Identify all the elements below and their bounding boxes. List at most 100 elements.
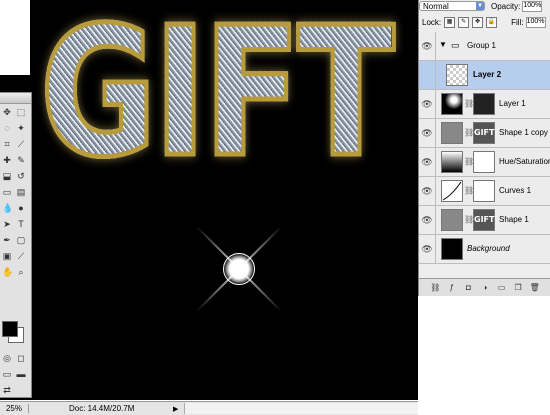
healing-tool-icon[interactable]: ✚	[2, 155, 12, 165]
document-canvas[interactable]: GIFT	[0, 0, 418, 400]
layer-row-shape-1-copy[interactable]: 👁 ⛓ GIFT Shape 1 copy	[419, 119, 550, 148]
tools-palette: ✥ ⬚ ◌ ✦ ⌗ ⟋ ✚ ✎ ⬓ ↺ ▭ ▤ 💧 ● ➤ T ✒ ▢ ▣ ⟋ …	[0, 92, 32, 398]
visibility-eye-empty[interactable]	[419, 61, 436, 89]
vector-mask-thumbnail: GIFT	[473, 122, 495, 144]
opacity-label: Opacity:	[491, 1, 521, 11]
layer-name: Curves 1	[499, 186, 532, 195]
move-tool-icon[interactable]: ✥	[2, 107, 12, 117]
blend-mode-value: Normal	[423, 2, 449, 11]
tools-palette-titlebar[interactable]	[0, 93, 31, 104]
visibility-eye-icon[interactable]: 👁	[419, 177, 436, 205]
gift-artwork-text: GIFT	[38, 0, 397, 196]
visibility-eye-icon[interactable]: 👁	[419, 32, 436, 60]
pen-tool-icon[interactable]: ✒	[2, 235, 12, 245]
layers-footer: ⛓ ƒ ◘ ◑ ▭ ❐ 🗑	[419, 278, 550, 296]
shape-tool-icon[interactable]: ▢	[16, 235, 26, 245]
jump-to-imageready-icon[interactable]: ⇄	[2, 385, 12, 395]
history-brush-tool-icon[interactable]: ↺	[16, 171, 26, 181]
opacity-field[interactable]: 100%	[522, 0, 543, 12]
notes-tool-icon[interactable]: ▣	[2, 251, 12, 261]
new-layer-icon[interactable]: ❐	[513, 283, 523, 293]
layer-name: Background	[467, 244, 510, 253]
screen-mode-full-icon[interactable]: ▬	[16, 369, 26, 379]
type-tool-icon[interactable]: T	[16, 219, 26, 229]
lock-transparency-icon[interactable]: ▦	[444, 16, 456, 28]
path-selection-tool-icon[interactable]: ➤	[2, 219, 12, 229]
fill-field[interactable]: 100%	[525, 16, 546, 28]
layer-mask-thumbnail	[473, 180, 495, 202]
screen-mode-icon[interactable]: ▭	[2, 369, 12, 379]
delete-layer-icon[interactable]: 🗑	[530, 283, 540, 293]
curves-icon	[441, 180, 463, 202]
layer-thumbnail	[441, 209, 463, 231]
marquee-tool-icon[interactable]: ⬚	[16, 107, 26, 117]
disclosure-triangle-icon[interactable]: ▼	[439, 40, 447, 49]
gradient-tool-icon[interactable]: ▤	[16, 187, 26, 197]
layer-row-layer-1[interactable]: 👁 ⛓ Layer 1	[419, 90, 550, 119]
layer-name: Group 1	[467, 41, 496, 50]
layer-name: Hue/Saturation 1	[499, 157, 550, 166]
lock-bar: Lock: ▦ ✎ ✥ 🔒 Fill: 100%	[419, 12, 550, 33]
layers-panel: Normal ▼ Opacity: 100% Lock: ▦ ✎ ✥ 🔒 Fil…	[418, 0, 550, 296]
layer-style-icon[interactable]: ƒ	[447, 283, 457, 293]
layer-row-background[interactable]: 👁 Background	[419, 235, 550, 264]
layer-name: Layer 2	[473, 70, 502, 79]
document-size: Doc: 14.4M/20.7M	[69, 404, 135, 413]
layer-thumbnail	[441, 122, 463, 144]
lock-image-icon[interactable]: ✎	[458, 16, 470, 28]
dodge-tool-icon[interactable]: ●	[16, 203, 26, 213]
adjustment-icon	[441, 151, 463, 173]
layers-topbar: Normal ▼ Opacity: 100%	[419, 0, 550, 12]
layer-name: Shape 1 copy	[499, 128, 548, 137]
eyedropper-tool-icon[interactable]: ⟋	[16, 251, 26, 261]
layer-row-group-1[interactable]: 👁 ▼ ▭ Group 1	[419, 32, 550, 61]
layer-mask-thumbnail	[473, 93, 495, 115]
standard-mode-icon[interactable]: ◻	[16, 353, 26, 363]
link-layers-icon[interactable]: ⛓	[430, 283, 440, 293]
status-bar: 25% Doc: 14.4M/20.7M ▶	[0, 401, 418, 415]
brush-tool-icon[interactable]: ✎	[16, 155, 26, 165]
magic-wand-tool-icon[interactable]: ✦	[16, 123, 26, 133]
lock-label: Lock:	[422, 17, 442, 27]
flare-ring	[223, 253, 255, 285]
new-group-icon[interactable]: ▭	[497, 283, 507, 293]
horizontal-scrollbar[interactable]	[184, 403, 418, 414]
chevron-down-icon: ▼	[476, 2, 484, 10]
layer-row-hue-saturation[interactable]: 👁 ⛓ Hue/Saturation 1	[419, 148, 550, 177]
lasso-tool-icon[interactable]: ◌	[2, 123, 12, 133]
canvas-window-edge	[0, 0, 30, 75]
layer-name: Shape 1	[499, 215, 529, 224]
zoom-tool-icon[interactable]: ⌕	[16, 267, 26, 277]
fill-label: Fill:	[511, 17, 524, 27]
visibility-eye-icon[interactable]: 👁	[419, 235, 436, 263]
eraser-tool-icon[interactable]: ▭	[2, 187, 12, 197]
layer-thumbnail	[441, 238, 463, 260]
foreground-color-swatch[interactable]	[2, 321, 18, 337]
visibility-eye-icon[interactable]: 👁	[419, 148, 436, 176]
lock-all-icon[interactable]: 🔒	[486, 16, 498, 28]
visibility-eye-icon[interactable]: 👁	[419, 206, 436, 234]
folder-icon: ▭	[451, 40, 460, 50]
stamp-tool-icon[interactable]: ⬓	[2, 171, 12, 181]
hand-tool-icon[interactable]: ✋	[2, 267, 13, 277]
crop-tool-icon[interactable]: ⌗	[2, 139, 12, 149]
layer-row-curves-1[interactable]: 👁 ⛓ Curves 1	[419, 177, 550, 206]
vector-mask-thumbnail: GIFT	[473, 209, 495, 231]
blend-mode-select[interactable]: Normal ▼	[419, 1, 485, 11]
quick-mask-icon[interactable]: ◎	[2, 353, 12, 363]
zoom-level[interactable]: 25%	[0, 404, 29, 413]
add-mask-icon[interactable]: ◘	[463, 283, 473, 293]
blur-tool-icon[interactable]: 💧	[2, 203, 13, 213]
new-adjustment-icon[interactable]: ◑	[480, 283, 490, 293]
lock-position-icon[interactable]: ✥	[472, 16, 484, 28]
layer-thumbnail	[446, 64, 468, 86]
layer-mask-thumbnail	[473, 151, 495, 173]
slice-tool-icon[interactable]: ⟋	[16, 139, 26, 149]
layer-row-shape-1[interactable]: 👁 ⛓ GIFT Shape 1	[419, 206, 550, 235]
layer-row-layer-2[interactable]: Layer 2	[419, 61, 550, 90]
layer-name: Layer 1	[499, 99, 526, 108]
status-menu-arrow-icon[interactable]: ▶	[173, 405, 178, 413]
layer-thumbnail	[441, 93, 463, 115]
visibility-eye-icon[interactable]: 👁	[419, 119, 436, 147]
visibility-eye-icon[interactable]: 👁	[419, 90, 436, 118]
